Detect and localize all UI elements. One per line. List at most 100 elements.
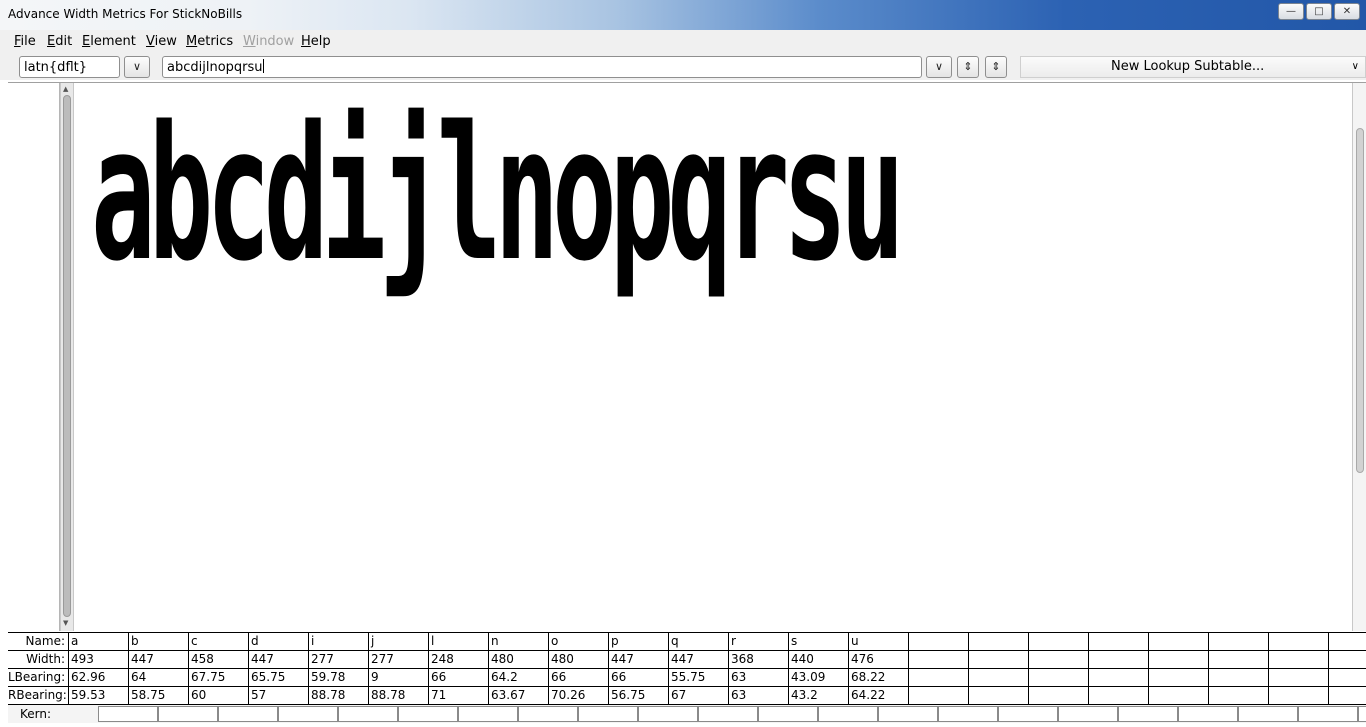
width-cell[interactable]: 440 [788,651,848,668]
scrollbar-thumb[interactable] [63,95,71,617]
width-cell[interactable]: 493 [68,651,128,668]
next-word-button[interactable]: ⇕ [985,56,1007,78]
empty-lbearing-cell[interactable] [1328,669,1366,686]
lbearing-cell[interactable]: 64 [128,669,188,686]
empty-width-cell[interactable] [1088,651,1148,668]
empty-rbearing-cell[interactable] [1268,687,1328,704]
kern-cell[interactable] [1058,706,1118,722]
rbearing-cell[interactable]: 63.67 [488,687,548,704]
rbearing-cell[interactable]: 56.75 [608,687,668,704]
empty-width-cell[interactable] [908,651,968,668]
empty-rbearing-cell[interactable] [1208,687,1268,704]
empty-lbearing-cell[interactable] [968,669,1028,686]
empty-width-cell[interactable] [1268,651,1328,668]
empty-rbearing-cell[interactable] [1028,687,1088,704]
width-cell[interactable]: 447 [128,651,188,668]
vertical-scrollbar[interactable]: ▲ ▼ [60,83,74,631]
rbearing-cell[interactable]: 67 [668,687,728,704]
lookup-subtable-dropdown[interactable]: New Lookup Subtable... ∨ [1020,56,1366,78]
kern-cell[interactable] [698,706,758,722]
lbearing-cell[interactable]: 9 [368,669,428,686]
lbearing-cell[interactable]: 59.78 [308,669,368,686]
width-cell[interactable]: 447 [608,651,668,668]
rbearing-cell[interactable]: 58.75 [128,687,188,704]
kern-cell[interactable] [998,706,1058,722]
width-cell[interactable]: 248 [428,651,488,668]
menu-element[interactable]: Element [82,34,136,49]
kern-cell[interactable] [458,706,518,722]
previous-word-button[interactable]: ⇕ [957,56,979,78]
empty-rbearing-cell[interactable] [1328,687,1366,704]
scroll-down-arrow-icon[interactable]: ▼ [63,619,68,627]
lbearing-cell[interactable]: 65.75 [248,669,308,686]
rbearing-cell[interactable]: 63 [728,687,788,704]
menu-metrics[interactable]: Metrics [186,34,233,49]
empty-rbearing-cell[interactable] [1088,687,1148,704]
menu-view[interactable]: View [146,34,177,49]
empty-lbearing-cell[interactable] [1148,669,1208,686]
kern-cell[interactable] [278,706,338,722]
kern-cell[interactable] [578,706,638,722]
width-cell[interactable]: 480 [488,651,548,668]
empty-width-cell[interactable] [968,651,1028,668]
empty-lbearing-cell[interactable] [908,669,968,686]
lbearing-cell[interactable]: 62.96 [68,669,128,686]
kern-cell[interactable] [398,706,458,722]
right-scrollbar-thumb[interactable] [1356,128,1364,473]
width-cell[interactable]: 447 [668,651,728,668]
kern-cell[interactable] [1298,706,1358,722]
glyph-canvas[interactable]: abcdijlnopqrsu [75,83,1350,631]
empty-width-cell[interactable] [1328,651,1366,668]
menu-edit[interactable]: Edit [47,34,72,49]
kern-cell[interactable] [218,706,278,722]
kern-cell[interactable] [818,706,878,722]
rbearing-cell[interactable]: 57 [248,687,308,704]
width-cell[interactable]: 368 [728,651,788,668]
rbearing-cell[interactable]: 59.53 [68,687,128,704]
glyph-text-input[interactable]: abcdijlnopqrsu [162,56,922,78]
kern-cell[interactable] [338,706,398,722]
rbearing-cell[interactable]: 88.78 [308,687,368,704]
rbearing-cell[interactable]: 71 [428,687,488,704]
empty-width-cell[interactable] [1028,651,1088,668]
rbearing-cell[interactable]: 88.78 [368,687,428,704]
lbearing-cell[interactable]: 43.09 [788,669,848,686]
kern-cell[interactable] [518,706,578,722]
rbearing-cell[interactable]: 64.22 [848,687,908,704]
kern-cell[interactable] [1178,706,1238,722]
width-cell[interactable]: 458 [188,651,248,668]
lbearing-cell[interactable]: 63 [728,669,788,686]
empty-lbearing-cell[interactable] [1088,669,1148,686]
lbearing-cell[interactable]: 66 [548,669,608,686]
kern-cell[interactable] [638,706,698,722]
kern-cell[interactable] [938,706,998,722]
text-history-dropdown-button[interactable]: ∨ [926,56,952,78]
lbearing-cell[interactable]: 67.75 [188,669,248,686]
kern-cell[interactable] [1358,706,1366,722]
empty-rbearing-cell[interactable] [1148,687,1208,704]
rbearing-cell[interactable]: 60 [188,687,248,704]
script-dropdown-button[interactable]: ∨ [124,56,150,78]
kern-cell[interactable] [758,706,818,722]
empty-lbearing-cell[interactable] [1028,669,1088,686]
width-cell[interactable]: 277 [308,651,368,668]
kern-cell[interactable] [1118,706,1178,722]
menu-help[interactable]: Help [301,34,331,49]
empty-width-cell[interactable] [1208,651,1268,668]
kern-cell[interactable] [1238,706,1298,722]
lbearing-cell[interactable]: 66 [608,669,668,686]
lbearing-cell[interactable]: 55.75 [668,669,728,686]
close-button[interactable]: ✕ [1334,3,1360,20]
width-cell[interactable]: 480 [548,651,608,668]
rbearing-cell[interactable]: 43.2 [788,687,848,704]
empty-width-cell[interactable] [1148,651,1208,668]
kern-cell[interactable] [98,706,158,722]
right-scrollbar[interactable] [1352,83,1366,631]
maximize-button[interactable]: □ [1306,3,1332,20]
script-language-field[interactable]: latn{dflt} [19,56,120,78]
kern-cell[interactable] [878,706,938,722]
empty-lbearing-cell[interactable] [1208,669,1268,686]
empty-lbearing-cell[interactable] [1268,669,1328,686]
rbearing-cell[interactable]: 70.26 [548,687,608,704]
minimize-button[interactable]: — [1278,3,1304,20]
